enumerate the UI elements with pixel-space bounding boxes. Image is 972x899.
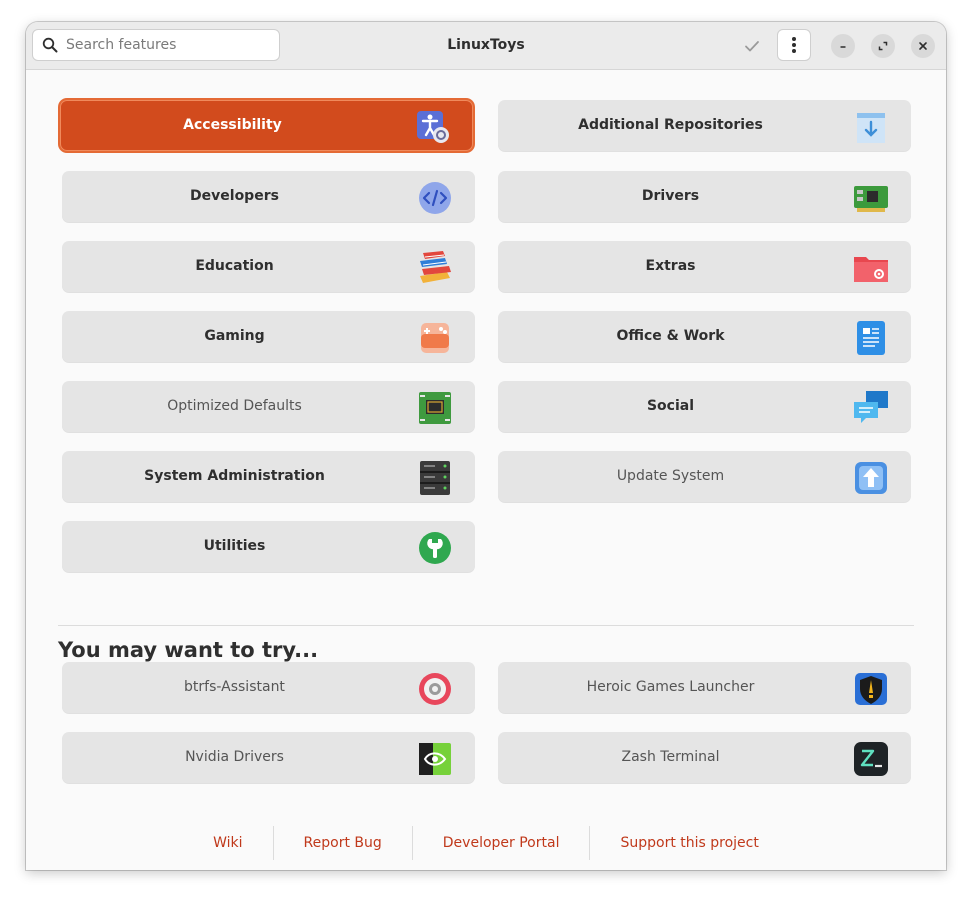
wrench-icon xyxy=(417,530,453,566)
minimize-icon xyxy=(840,46,846,48)
suggestions-title: You may want to try... xyxy=(58,638,319,662)
suggestion-label: Heroic Games Launcher xyxy=(586,679,755,695)
developer-portal-link[interactable]: Developer Portal xyxy=(413,826,590,860)
category-label: Utilities xyxy=(203,538,266,554)
category-extras[interactable]: Extras xyxy=(498,241,911,292)
suggestion-label: btrfs-Assistant xyxy=(184,679,285,695)
gamepad-icon xyxy=(417,320,453,356)
search-input[interactable] xyxy=(64,36,268,54)
category-label: Additional Repositories xyxy=(578,117,763,133)
cpu-chip-icon xyxy=(417,390,453,426)
search-icon xyxy=(42,37,58,53)
search-field[interactable] xyxy=(32,29,280,61)
app-window: LinuxToys Accessibility xyxy=(26,22,946,870)
kebab-menu-icon xyxy=(792,37,796,53)
suggestion-heroic-games-launcher[interactable]: Heroic Games Launcher xyxy=(498,662,911,713)
category-drivers[interactable]: Drivers xyxy=(498,171,911,222)
category-additional-repositories[interactable]: Additional Repositories xyxy=(498,100,911,151)
category-system-administration[interactable]: System Administration xyxy=(62,451,475,502)
books-icon xyxy=(417,250,453,286)
category-optimized-defaults[interactable]: Optimized Defaults xyxy=(62,381,475,432)
repository-icon xyxy=(853,109,889,145)
category-label: Update System xyxy=(616,468,725,484)
category-label: Developers xyxy=(190,188,279,204)
close-button[interactable] xyxy=(911,34,935,58)
suggestion-zash-terminal[interactable]: Zash Terminal xyxy=(498,732,911,783)
server-rack-icon xyxy=(417,460,453,496)
maximize-icon xyxy=(878,41,888,51)
category-accessibility[interactable]: Accessibility xyxy=(60,100,473,151)
main-content: Accessibility Additional Repositories De… xyxy=(26,70,946,870)
category-label: Social xyxy=(646,398,695,414)
category-label: Accessibility xyxy=(183,117,282,133)
heroic-shield-icon xyxy=(853,671,889,707)
header-bar: LinuxToys xyxy=(26,22,946,70)
suggestion-btrfs-assistant[interactable]: btrfs-Assistant xyxy=(62,662,475,713)
category-developers[interactable]: Developers xyxy=(62,171,475,222)
maximize-button[interactable] xyxy=(871,34,895,58)
suggestion-nvidia-drivers[interactable]: Nvidia Drivers xyxy=(62,732,475,783)
suggestion-label: Zash Terminal xyxy=(621,749,720,765)
category-update-system[interactable]: Update System xyxy=(498,451,911,502)
category-gaming[interactable]: Gaming xyxy=(62,311,475,362)
category-office-work[interactable]: Office & Work xyxy=(498,311,911,362)
disk-icon xyxy=(417,671,453,707)
category-label: Optimized Defaults xyxy=(167,398,302,414)
category-label: Education xyxy=(195,258,274,274)
category-label: Gaming xyxy=(204,328,265,344)
category-label: Drivers xyxy=(641,188,700,204)
footer-links: Wiki Report Bug Developer Portal Support… xyxy=(26,826,946,860)
section-divider xyxy=(58,625,914,626)
category-social[interactable]: Social xyxy=(498,381,911,432)
report-bug-link[interactable]: Report Bug xyxy=(274,826,412,860)
document-icon xyxy=(853,320,889,356)
suggestion-label: Nvidia Drivers xyxy=(185,749,284,765)
check-icon[interactable] xyxy=(742,36,762,56)
chat-bubbles-icon xyxy=(853,390,889,426)
update-arrow-icon xyxy=(853,460,889,496)
folder-settings-icon xyxy=(853,250,889,286)
terminal-z-icon xyxy=(853,741,889,777)
nvidia-icon xyxy=(417,741,453,777)
category-label: System Administration xyxy=(144,468,325,484)
circuit-board-icon xyxy=(853,180,889,216)
close-icon xyxy=(919,42,927,50)
category-education[interactable]: Education xyxy=(62,241,475,292)
support-project-link[interactable]: Support this project xyxy=(590,826,788,860)
wiki-link[interactable]: Wiki xyxy=(183,826,272,860)
category-label: Office & Work xyxy=(616,328,725,344)
category-utilities[interactable]: Utilities xyxy=(62,521,475,572)
code-icon xyxy=(417,180,453,216)
accessibility-icon xyxy=(415,109,451,145)
category-label: Extras xyxy=(645,258,696,274)
minimize-button[interactable] xyxy=(831,34,855,58)
main-menu-button[interactable] xyxy=(777,29,811,61)
